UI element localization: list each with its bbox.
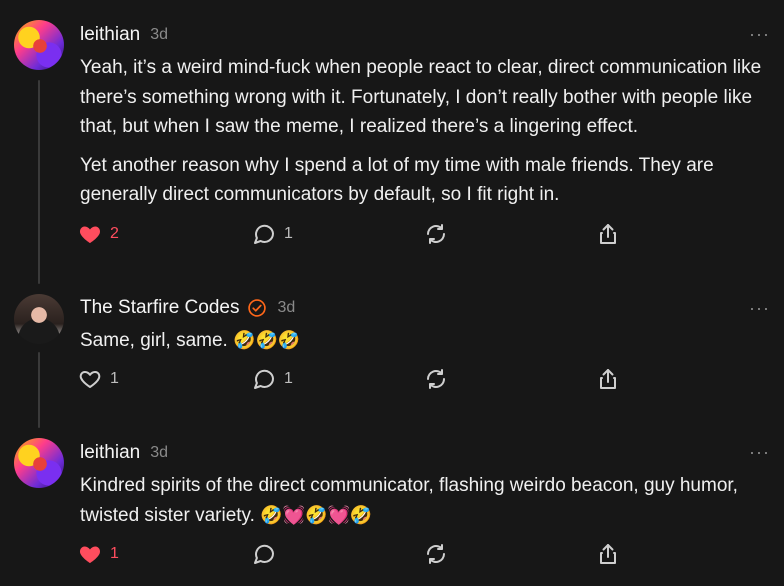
comment-header: leithian 3d [80, 442, 168, 464]
thread-line [38, 352, 40, 428]
comment-paragraph: Yet another reason why I spend a lot of … [80, 154, 714, 206]
emoji-reaction-text: 🤣💓🤣💓🤣 [260, 504, 373, 526]
heart-outline-icon [79, 371, 101, 388]
heart-filled-icon [79, 226, 101, 243]
avatar[interactable] [14, 294, 64, 344]
comment-bubble-icon [254, 369, 274, 389]
comment-body: Kindred spirits of the direct communicat… [80, 471, 770, 530]
avatar[interactable] [14, 20, 64, 70]
like-count: 2 [110, 225, 119, 242]
share-icon [600, 369, 616, 389]
comment-actions: 2 1 [78, 222, 638, 250]
restack-icon [427, 224, 445, 244]
avatar[interactable] [14, 438, 64, 488]
comment-text: Same, girl, same. [80, 330, 228, 351]
restack-icon [427, 369, 445, 389]
reply-button[interactable] [252, 542, 284, 566]
share-button[interactable] [596, 222, 620, 246]
comment-body: Same, girl, same. 🤣🤣🤣 [80, 326, 770, 356]
more-options-button[interactable]: ··· [749, 442, 770, 463]
like-button[interactable]: 1 [78, 542, 119, 566]
reply-button[interactable]: 1 [252, 367, 293, 391]
share-icon [600, 224, 616, 244]
restack-button[interactable] [424, 367, 448, 391]
reply-count: 1 [284, 370, 293, 387]
more-options-button[interactable]: ··· [749, 298, 770, 319]
username[interactable]: leithian [80, 24, 140, 46]
comment-paragraph: Yeah, it’s a weird mind-fuck when people… [80, 57, 762, 137]
comment-header: The Starfire Codes 3d [80, 297, 295, 319]
share-icon [600, 544, 616, 564]
like-button[interactable]: 1 [78, 367, 119, 391]
timestamp[interactable]: 3d [150, 444, 168, 462]
comment-text: Kindred spirits of the direct communicat… [80, 475, 738, 526]
reply-count: 1 [284, 225, 293, 242]
share-button[interactable] [596, 367, 620, 391]
share-button[interactable] [596, 542, 620, 566]
heart-filled-icon [79, 546, 101, 563]
timestamp[interactable]: 3d [277, 299, 295, 317]
comment-actions: 1 [78, 542, 638, 570]
comment-body: Yeah, it’s a weird mind-fuck when people… [80, 53, 770, 219]
comment-header: leithian 3d [80, 24, 168, 46]
comment-actions: 1 1 [78, 367, 638, 395]
comment-bubble-icon [254, 544, 274, 564]
more-options-button[interactable]: ··· [749, 24, 770, 45]
restack-icon [427, 544, 445, 564]
verified-badge-icon [248, 299, 267, 317]
like-count: 1 [110, 370, 119, 387]
emoji-reaction-text: 🤣🤣🤣 [233, 330, 301, 351]
username[interactable]: The Starfire Codes [80, 297, 239, 319]
reply-button[interactable]: 1 [252, 222, 293, 246]
thread-line [38, 80, 40, 284]
restack-button[interactable] [424, 222, 448, 246]
timestamp[interactable]: 3d [150, 26, 168, 44]
like-count: 1 [110, 545, 119, 562]
comment-bubble-icon [254, 224, 274, 244]
restack-button[interactable] [424, 542, 448, 566]
username[interactable]: leithian [80, 442, 140, 464]
like-button[interactable]: 2 [78, 222, 119, 246]
